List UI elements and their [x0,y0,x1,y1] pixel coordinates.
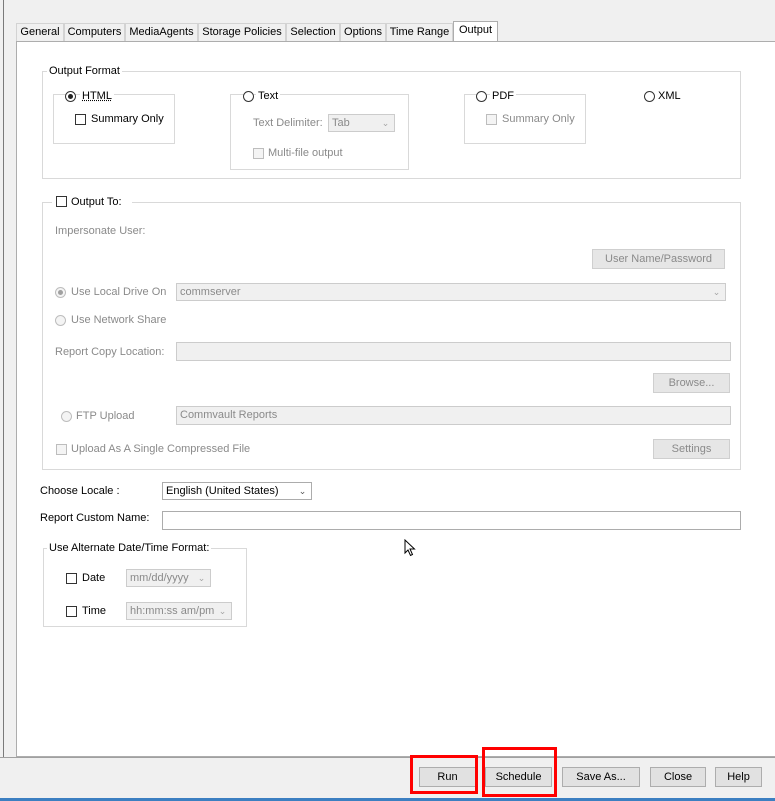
report-custom-name-input[interactable] [162,511,741,530]
tab-mediaagents[interactable]: MediaAgents [125,23,198,41]
summary-only-checkbox[interactable] [75,114,86,125]
date-checkbox[interactable] [66,573,77,584]
date-format-select[interactable]: mm/dd/yyyy ⌄ [126,569,211,587]
time-checkbox[interactable] [66,606,77,617]
tab-general[interactable]: General [16,23,64,41]
chevron-down-icon: ⌄ [298,486,307,496]
window-left-border [3,0,4,758]
xml-radio[interactable] [644,91,655,102]
use-network-share-radio[interactable] [55,315,66,326]
summary-only-label[interactable]: Summary Only [91,112,164,126]
save-as-button[interactable]: Save As... [562,767,640,787]
single-compressed-label: Upload As A Single Compressed File [71,443,251,455]
text-delimiter-select[interactable]: Tab ⌄ [328,114,395,132]
choose-locale-label: Choose Locale : [40,485,120,497]
multi-file-label: Multi-file output [268,147,343,159]
alt-datetime-legend: Use Alternate Date/Time Format: [47,541,212,555]
date-label[interactable]: Date [82,571,105,585]
pdf-radio[interactable] [476,91,487,102]
date-format-value: mm/dd/yyyy [130,572,189,584]
text-delimiter-label: Text Delimiter: [253,117,323,129]
output-to-group [42,202,741,470]
html-label[interactable]: HTML [80,89,114,103]
tab-options[interactable]: Options [340,23,386,41]
ftp-upload-radio[interactable] [61,411,72,422]
ftp-upload-label: FTP Upload [76,410,135,422]
use-local-drive-radio[interactable] [55,287,66,298]
report-custom-name-label: Report Custom Name: [40,512,150,524]
tab-time-range[interactable]: Time Range [386,23,453,41]
use-network-share-label: Use Network Share [71,314,167,326]
time-format-value: hh:mm:ss am/pm [130,605,215,617]
bottom-separator [0,757,775,758]
tab-output[interactable]: Output [453,21,498,43]
html-radio[interactable] [65,91,76,102]
chevron-down-icon: ⌄ [218,606,227,616]
multi-file-checkbox[interactable] [253,148,264,159]
output-format-legend: Output Format [47,64,122,78]
close-button[interactable]: Close [650,767,706,787]
text-label[interactable]: Text [256,89,281,103]
user-name-password-button[interactable]: User Name/Password [592,249,725,269]
xml-label[interactable]: XML [658,89,681,103]
report-copy-location-label: Report Copy Location: [55,346,165,358]
ftp-upload-input[interactable]: Commvault Reports [176,406,731,425]
impersonate-user-label: Impersonate User: [55,225,146,237]
chevron-down-icon: ⌄ [712,287,721,297]
output-to-label[interactable]: Output To: [71,195,122,209]
mouse-cursor-icon [404,539,416,557]
schedule-button[interactable]: Schedule [485,767,552,787]
pdf-summary-only-label: Summary Only [502,113,575,125]
tab-storage-policies[interactable]: Storage Policies [198,23,286,41]
pdf-label[interactable]: PDF [490,89,516,103]
settings-button[interactable]: Settings [653,439,730,459]
tab-selection[interactable]: Selection [286,23,340,41]
chevron-down-icon: ⌄ [197,573,206,583]
help-button[interactable]: Help [715,767,762,787]
single-compressed-checkbox[interactable] [56,444,67,455]
text-radio[interactable] [243,91,254,102]
local-drive-select[interactable]: commserver ⌄ [176,283,726,301]
use-local-drive-label: Use Local Drive On [71,286,167,298]
run-button[interactable]: Run [419,767,476,787]
locale-select[interactable]: English (United States) ⌄ [162,482,312,500]
locale-value: English (United States) [166,485,279,497]
output-to-checkbox[interactable] [56,196,67,207]
report-copy-location-input[interactable] [176,342,731,361]
local-drive-value: commserver [180,286,241,298]
browse-button[interactable]: Browse... [653,373,730,393]
chevron-down-icon: ⌄ [381,118,390,128]
text-delimiter-value: Tab [332,117,350,129]
pdf-summary-only-checkbox[interactable] [486,114,497,125]
time-label[interactable]: Time [82,604,106,618]
tab-computers[interactable]: Computers [64,23,125,41]
time-format-select[interactable]: hh:mm:ss am/pm ⌄ [126,602,232,620]
